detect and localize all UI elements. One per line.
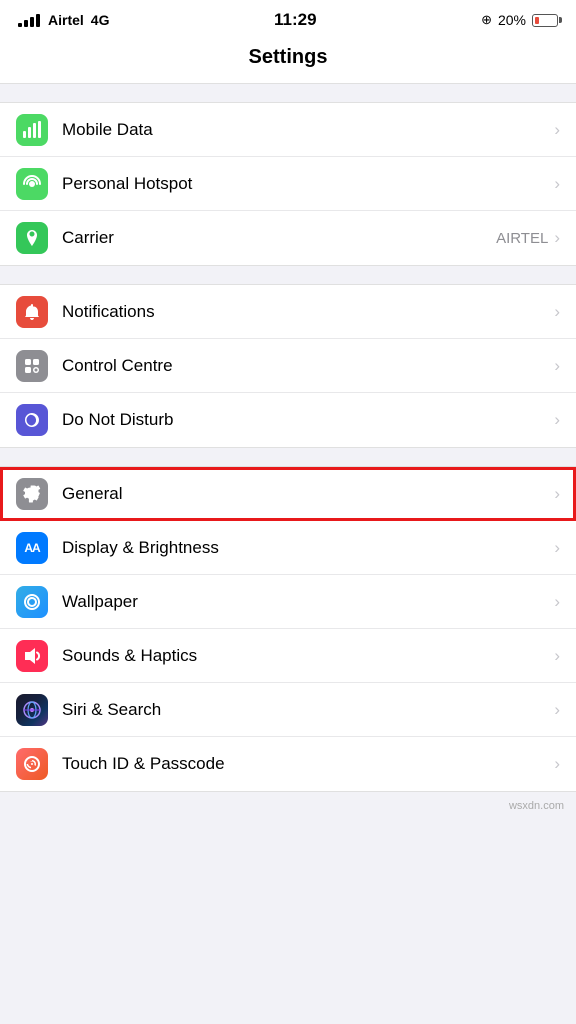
control-centre-icon: [16, 350, 48, 382]
settings-row-siri-search[interactable]: Siri & Search ›: [0, 683, 576, 737]
control-centre-chevron: ›: [554, 356, 560, 376]
settings-group-network: Mobile Data › Personal Hotspot › Carrier…: [0, 102, 576, 266]
settings-group-system1: Notifications › Control Centre › Do Not …: [0, 284, 576, 448]
status-left: Airtel 4G: [18, 12, 109, 28]
notifications-icon: [16, 296, 48, 328]
mobile-data-chevron: ›: [554, 120, 560, 140]
sounds-haptics-chevron: ›: [554, 646, 560, 666]
mobile-data-label: Mobile Data: [62, 120, 554, 140]
settings-row-mobile-data[interactable]: Mobile Data ›: [0, 103, 576, 157]
location-icon: ⊕: [481, 12, 492, 28]
carrier-label-row: Carrier: [62, 228, 496, 248]
battery-indicator: [532, 14, 558, 27]
siri-search-icon: [16, 694, 48, 726]
general-icon: [16, 478, 48, 510]
wallpaper-label: Wallpaper: [62, 592, 554, 612]
personal-hotspot-label: Personal Hotspot: [62, 174, 554, 194]
wallpaper-icon: [16, 586, 48, 618]
display-brightness-chevron: ›: [554, 538, 560, 558]
touch-id-chevron: ›: [554, 754, 560, 774]
page-title-bar: Settings: [0, 36, 576, 84]
battery-percent: 20%: [498, 12, 526, 28]
display-brightness-icon: AA: [16, 532, 48, 564]
touch-id-icon: [16, 748, 48, 780]
carrier-label: Airtel: [48, 12, 84, 28]
general-chevron: ›: [554, 484, 560, 504]
status-time: 11:29: [274, 10, 317, 30]
settings-group-system2: General › AA Display & Brightness › Wall…: [0, 466, 576, 792]
settings-row-carrier[interactable]: Carrier AIRTEL ›: [0, 211, 576, 265]
general-label: General: [62, 484, 554, 504]
do-not-disturb-label: Do Not Disturb: [62, 410, 554, 430]
signal-bars: [18, 14, 40, 27]
do-not-disturb-chevron: ›: [554, 410, 560, 430]
siri-search-chevron: ›: [554, 700, 560, 720]
status-right: ⊕ 20%: [481, 12, 558, 28]
control-centre-label: Control Centre: [62, 356, 554, 376]
personal-hotspot-chevron: ›: [554, 174, 560, 194]
settings-row-control-centre[interactable]: Control Centre ›: [0, 339, 576, 393]
settings-row-sounds-haptics[interactable]: Sounds & Haptics ›: [0, 629, 576, 683]
page-title: Settings: [0, 46, 576, 69]
touch-id-label: Touch ID & Passcode: [62, 754, 554, 774]
settings-row-notifications[interactable]: Notifications ›: [0, 285, 576, 339]
settings-row-general[interactable]: General ›: [0, 467, 576, 521]
settings-row-do-not-disturb[interactable]: Do Not Disturb ›: [0, 393, 576, 447]
carrier-chevron: ›: [554, 228, 560, 248]
carrier-value: AIRTEL: [496, 230, 548, 247]
network-type: 4G: [91, 12, 110, 28]
settings-row-touch-id[interactable]: Touch ID & Passcode ›: [0, 737, 576, 791]
do-not-disturb-icon: [16, 404, 48, 436]
personal-hotspot-icon: [16, 168, 48, 200]
display-brightness-label: Display & Brightness: [62, 538, 554, 558]
mobile-data-icon: [16, 114, 48, 146]
notifications-label: Notifications: [62, 302, 554, 322]
status-bar: Airtel 4G 11:29 ⊕ 20%: [0, 0, 576, 36]
carrier-icon: [16, 222, 48, 254]
settings-row-personal-hotspot[interactable]: Personal Hotspot ›: [0, 157, 576, 211]
watermark: wsxdn.com: [0, 792, 576, 816]
siri-search-label: Siri & Search: [62, 700, 554, 720]
notifications-chevron: ›: [554, 302, 560, 322]
settings-row-wallpaper[interactable]: Wallpaper ›: [0, 575, 576, 629]
wallpaper-chevron: ›: [554, 592, 560, 612]
sounds-haptics-label: Sounds & Haptics: [62, 646, 554, 666]
settings-row-display-brightness[interactable]: AA Display & Brightness ›: [0, 521, 576, 575]
sounds-haptics-icon: [16, 640, 48, 672]
